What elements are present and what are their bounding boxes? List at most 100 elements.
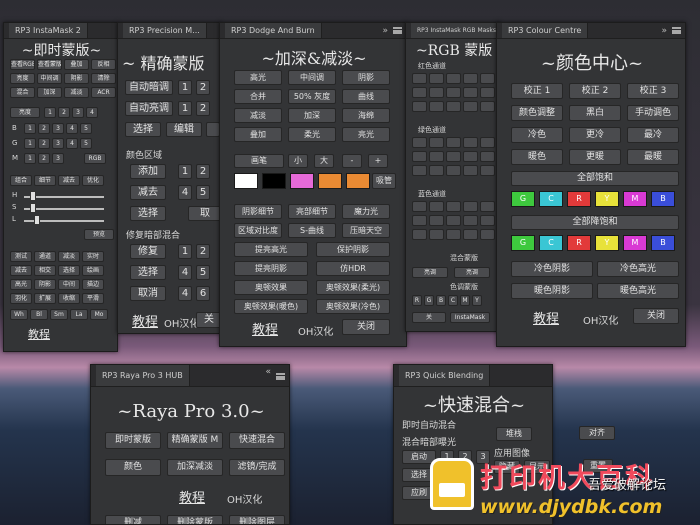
im-tutorial-link[interactable]: 教程 [28, 326, 50, 342]
im-btn[interactable]: 叠加 [64, 59, 89, 70]
db-btn[interactable]: 加深 [288, 108, 336, 123]
db-btn[interactable]: 中间调 [288, 70, 336, 85]
hub-btn[interactable]: 滤镜/完成 [229, 459, 285, 476]
precision-edit-button[interactable]: 编辑 [166, 122, 202, 137]
cc-btn[interactable]: 颜色调整 [511, 105, 563, 121]
rgb-channel-button[interactable] [429, 215, 444, 226]
im-tab[interactable]: Mo [90, 309, 108, 320]
color-swatch[interactable] [290, 173, 314, 189]
hub-btn[interactable]: 删除图层 [229, 515, 285, 524]
im-btn[interactable]: 减淡 [64, 87, 89, 98]
rgb-channel-button[interactable] [446, 201, 461, 212]
im-grid-btn[interactable]: 实时 [82, 251, 104, 262]
hub-btn[interactable]: 删减 [105, 515, 161, 524]
im-grid-btn[interactable]: 扩展 [34, 293, 56, 304]
rgb-channel-button[interactable] [446, 101, 461, 112]
im-btn[interactable]: 亮度 [10, 73, 35, 84]
rgb-channel-button[interactable] [463, 137, 478, 148]
precision-num[interactable]: 4 [178, 286, 192, 301]
dodge-tab[interactable]: RP3 Dodge And Burn [225, 23, 322, 38]
precision-num[interactable]: 1 [178, 101, 192, 116]
im-btn[interactable]: 查看蒙版 [37, 59, 62, 70]
brush-small-button[interactable]: 小 [288, 154, 308, 168]
blend-header[interactable]: RP3 Quick Blending [394, 365, 552, 387]
db-btn[interactable]: 魔力光 [342, 204, 390, 219]
hub-tutorial-link[interactable]: 教程 [179, 487, 205, 506]
colour-tab[interactable]: RP3 Colour Centre [502, 23, 589, 38]
rgb-channel-button[interactable] [412, 201, 427, 212]
precision-select2-button[interactable]: 选择 [130, 206, 166, 221]
rgb-channel-button[interactable] [446, 73, 461, 84]
cc-btn[interactable]: 最暖 [627, 149, 679, 165]
rgb-channel-button[interactable] [446, 229, 461, 240]
precision-partial-button[interactable] [206, 122, 220, 137]
precision-cancel2-button[interactable]: 取消 [130, 286, 166, 301]
cc-btn[interactable]: 更冷 [569, 127, 621, 143]
im-num[interactable]: 2 [38, 138, 50, 149]
saturate-chip[interactable]: C [539, 191, 563, 207]
rgb-channel-button[interactable] [463, 165, 478, 176]
db-btn[interactable]: 压暗天空 [342, 223, 390, 238]
rgb-channel-button[interactable] [412, 73, 427, 84]
im-tab[interactable]: Wh [10, 309, 28, 320]
rgb-letter[interactable]: C [448, 295, 458, 306]
rgb-channel-button[interactable] [480, 201, 495, 212]
cc-btn[interactable]: 更暖 [569, 149, 621, 165]
db-btn[interactable]: 合并 [234, 89, 282, 104]
im-s-slider[interactable] [24, 208, 104, 210]
precision-tutorial-link[interactable]: 教程 [132, 311, 158, 330]
saturate-chip[interactable]: G [511, 191, 535, 207]
precision-select-button[interactable]: 选择 [125, 122, 161, 137]
im-grid-btn[interactable]: 相交 [34, 265, 56, 276]
rgb-channel-button[interactable] [429, 201, 444, 212]
precision-num[interactable]: 1 [178, 244, 192, 259]
im-tab[interactable]: Sm [50, 309, 68, 320]
rgb-close-button[interactable]: 关 [412, 312, 446, 323]
hub-btn[interactable]: 颜色 [105, 459, 161, 476]
im-l-knob[interactable] [34, 215, 40, 225]
precision-tab[interactable]: RP3 Precision M... [123, 23, 207, 38]
blend-align-button[interactable]: 对齐 [579, 426, 615, 440]
precision-num[interactable]: 1 [178, 80, 192, 95]
precision-num[interactable]: 2 [196, 101, 210, 116]
color-swatch[interactable] [262, 173, 286, 189]
saturate-chip[interactable]: R [567, 191, 591, 207]
cool-shadow-button[interactable]: 冷色阴影 [511, 261, 593, 277]
precision-num[interactable]: 2 [196, 164, 210, 179]
rgb-channel-button[interactable] [412, 215, 427, 226]
rgb-channel-button[interactable] [412, 137, 427, 148]
rgb-channel-button[interactable] [463, 73, 478, 84]
im-grid-btn[interactable]: 减去 [10, 265, 32, 276]
cc-btn[interactable]: 最冷 [627, 127, 679, 143]
color-swatch[interactable] [318, 173, 342, 189]
im-num[interactable]: 1 [24, 123, 36, 134]
precision-num[interactable]: 5 [196, 265, 210, 280]
cc-btn[interactable]: 手动调色 [627, 105, 679, 121]
im-btn[interactable]: ACR [91, 87, 116, 98]
db-btn[interactable]: 奥顿效果 [234, 280, 308, 295]
desaturate-chip[interactable]: M [623, 235, 647, 251]
brush-minus-button[interactable]: - [342, 154, 362, 168]
precision-num[interactable]: 4 [178, 185, 192, 200]
db-btn[interactable]: 仿HDR [316, 261, 390, 276]
im-num[interactable]: 3 [52, 138, 64, 149]
hub-tab[interactable]: RP3 Raya Pro 3 HUB [96, 365, 190, 386]
db-btn[interactable]: 区域对比度 [234, 223, 282, 238]
rgb-btn[interactable]: 亮调 [454, 267, 490, 278]
hub-btn[interactable]: 即时蒙版 [105, 432, 161, 449]
rgb-channel-button[interactable] [480, 151, 495, 162]
colour-header[interactable]: RP3 Colour Centre » [497, 23, 685, 39]
menu-icon[interactable] [672, 27, 681, 34]
db-btn[interactable]: 曲线 [342, 89, 390, 104]
cc-btn[interactable]: 校正 1 [511, 83, 563, 99]
rgb-channel-button[interactable] [446, 165, 461, 176]
rgb-channel-button[interactable] [463, 229, 478, 240]
rgb-channel-button[interactable] [463, 87, 478, 98]
im-num[interactable]: 1 [44, 107, 56, 118]
rgb-channel-button[interactable] [480, 87, 495, 98]
im-num[interactable]: 2 [38, 153, 50, 164]
im-num[interactable]: 5 [80, 123, 92, 134]
im-grid-btn[interactable]: 高光 [10, 279, 32, 290]
db-btn[interactable]: 奥顿效果(柔光) [316, 280, 390, 295]
im-h-knob[interactable] [30, 191, 36, 201]
